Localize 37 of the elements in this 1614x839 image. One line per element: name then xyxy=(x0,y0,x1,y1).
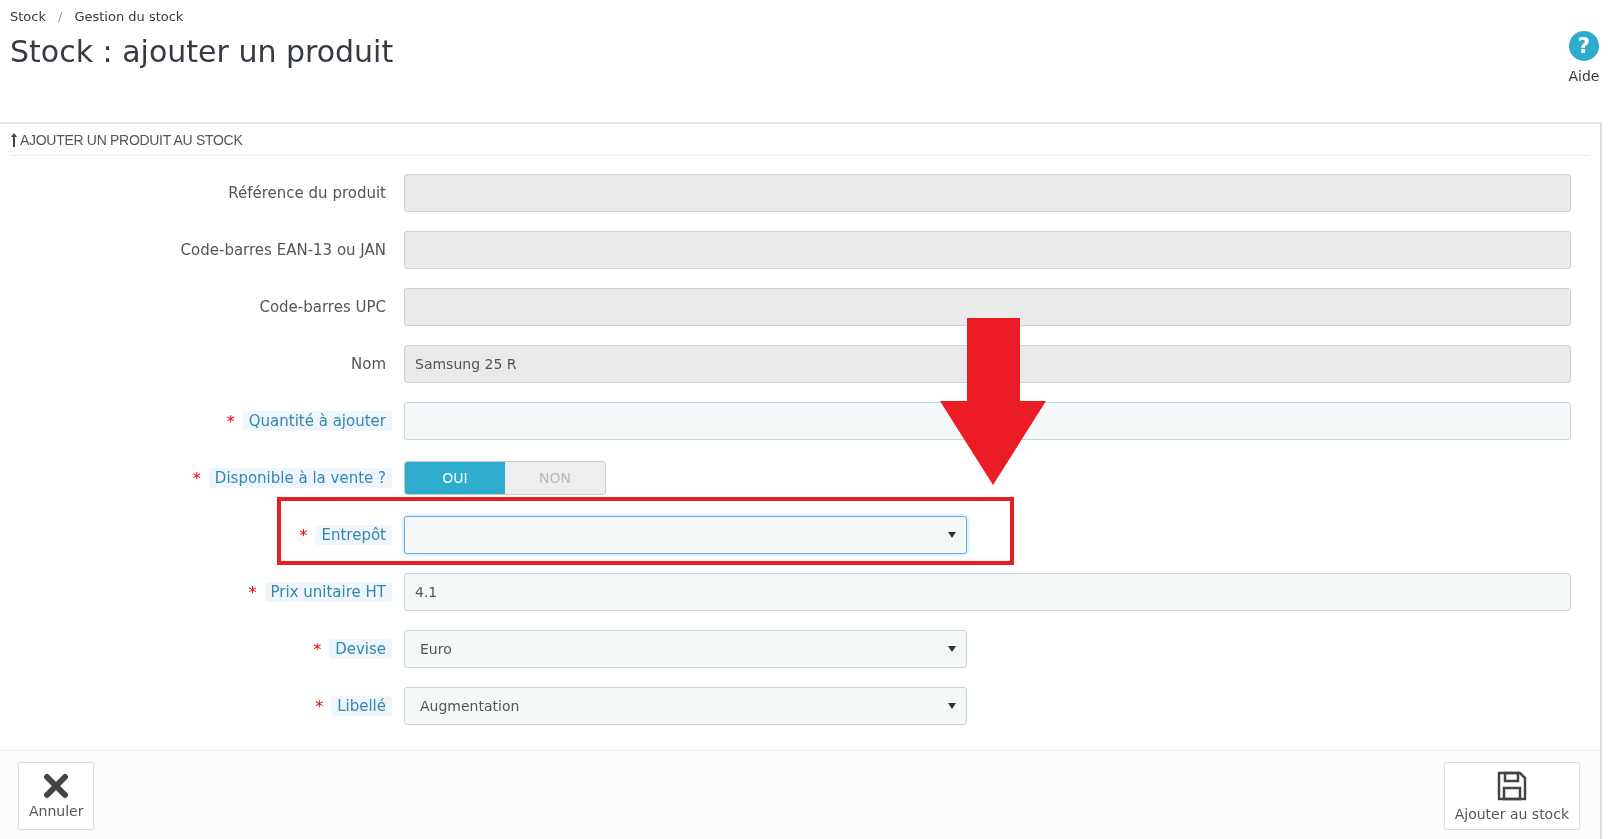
upload-arrow-icon xyxy=(10,131,18,148)
field-label: Prix unitaire HT xyxy=(264,582,392,602)
field-label: Nom xyxy=(350,354,387,374)
field-label: Libellé xyxy=(331,696,392,716)
select-field[interactable] xyxy=(404,516,967,554)
input-field[interactable]: 4.1 xyxy=(404,573,1571,611)
save-button[interactable]: Ajouter au stock xyxy=(1443,762,1580,830)
required-mark: * xyxy=(315,696,324,716)
field-label: Code-barres UPC xyxy=(258,297,387,317)
field-label: Devise xyxy=(329,639,392,659)
field-label: Quantité à ajouter xyxy=(242,411,392,431)
input-field[interactable] xyxy=(404,402,1571,440)
caret-icon xyxy=(948,532,956,538)
breadcrumb-link[interactable]: Gestion du stock xyxy=(74,9,184,24)
close-icon xyxy=(43,773,70,799)
select-field[interactable]: Euro xyxy=(404,630,967,668)
down-arrow-icon xyxy=(940,318,1046,485)
page-title: Stock : ajouter un produit xyxy=(10,34,394,69)
required-mark: * xyxy=(226,411,235,431)
cancel-button[interactable]: Annuler xyxy=(18,762,95,830)
field-label: Disponible à la vente ? xyxy=(208,468,392,488)
panel-heading: AJOUTER UN PRODUIT AU STOCK xyxy=(20,131,243,148)
save-icon xyxy=(1495,770,1528,802)
caret-icon xyxy=(948,646,956,652)
breadcrumb-link[interactable]: Stock xyxy=(10,9,46,24)
help-link[interactable]: ? Aide xyxy=(1568,30,1600,122)
field-label: Entrepôt xyxy=(315,525,392,545)
required-mark: * xyxy=(248,582,257,602)
caret-icon xyxy=(948,703,956,709)
breadcrumb-separator: / xyxy=(58,9,63,24)
select-field[interactable]: Augmentation xyxy=(404,687,967,725)
required-mark: * xyxy=(299,525,308,545)
required-mark: * xyxy=(313,639,322,659)
field-label: Code-barres EAN-13 ou JAN xyxy=(179,240,387,260)
field-label: Référence du produit xyxy=(227,183,387,203)
required-mark: * xyxy=(192,468,201,488)
help-icon: ? xyxy=(1568,30,1600,62)
